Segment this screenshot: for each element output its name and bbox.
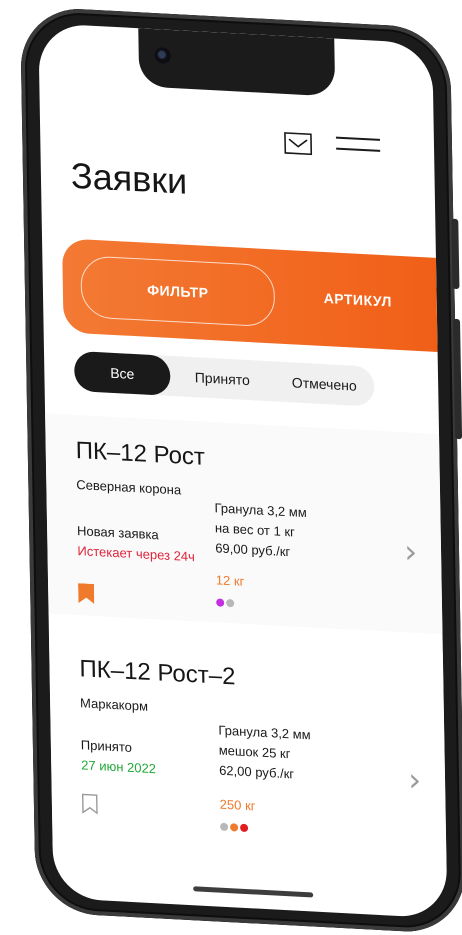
spec-line: 69,00 руб./кг [215, 540, 291, 560]
supplier-name: Северная корона [76, 477, 182, 498]
side-button [451, 218, 460, 290]
filter-tab[interactable]: ФИЛЬТР [80, 255, 276, 328]
menu-icon[interactable] [335, 136, 381, 157]
color-dot [220, 822, 229, 832]
order-card[interactable]: ПК–12 Рост Северная корона Новая заявка … [45, 413, 443, 635]
color-dot [216, 598, 225, 607]
camera-icon [154, 47, 171, 64]
color-dots [216, 598, 235, 608]
order-title: ПК–12 Рост–2 [79, 655, 236, 691]
phone-screen: Заявки ФИЛЬТР АРТИКУЛ Все Принято Отмече… [38, 22, 448, 919]
filter-segment-bar: ФИЛЬТР АРТИКУЛ [62, 238, 438, 352]
order-status: Принято [80, 737, 133, 755]
chevron-right-icon[interactable]: › [404, 532, 417, 571]
order-weight: 12 кг [215, 572, 245, 589]
spec-line: мешок 25 кг [218, 742, 291, 762]
phone-frame: Заявки ФИЛЬТР АРТИКУЛ Все Принято Отмече… [20, 6, 462, 935]
order-weight: 250 кг [219, 796, 256, 814]
status-tabs: Все Принято Отмечено [73, 350, 375, 407]
order-status-sub: 27 июн 2022 [81, 757, 157, 777]
order-status: Новая заявка [76, 523, 159, 543]
page-title: Заявки [70, 154, 188, 202]
order-status-sub: Истекает через 24ч [77, 543, 195, 565]
tab-accepted[interactable]: Принято [174, 356, 271, 401]
chevron-right-icon[interactable]: › [408, 760, 421, 799]
color-dots [220, 822, 249, 833]
order-card[interactable]: ПК–12 Рост–2 Маркакорм Принято 27 июн 20… [48, 631, 447, 868]
bookmark-filled-icon[interactable] [78, 583, 94, 604]
spec-line: Гранула 3,2 мм [218, 722, 311, 743]
color-dot [240, 823, 249, 833]
spec-line: Гранула 3,2 мм [214, 500, 307, 521]
spec-line: 62,00 руб./кг [218, 762, 295, 782]
color-dot [226, 598, 235, 608]
spec-line: на вес от 1 кг [214, 520, 295, 540]
tab-marked[interactable]: Отмечено [274, 361, 375, 406]
color-dot [230, 823, 239, 832]
home-indicator [193, 886, 314, 898]
supplier-name: Маркакорм [79, 695, 149, 714]
tab-all[interactable]: Все [73, 350, 171, 396]
mail-icon[interactable] [284, 132, 313, 156]
notch [138, 28, 336, 97]
article-tab[interactable]: АРТИКУЛ [292, 266, 423, 333]
bookmark-outline-icon[interactable] [81, 793, 98, 815]
side-button [452, 318, 462, 440]
order-title: ПК–12 Рост [75, 436, 206, 471]
